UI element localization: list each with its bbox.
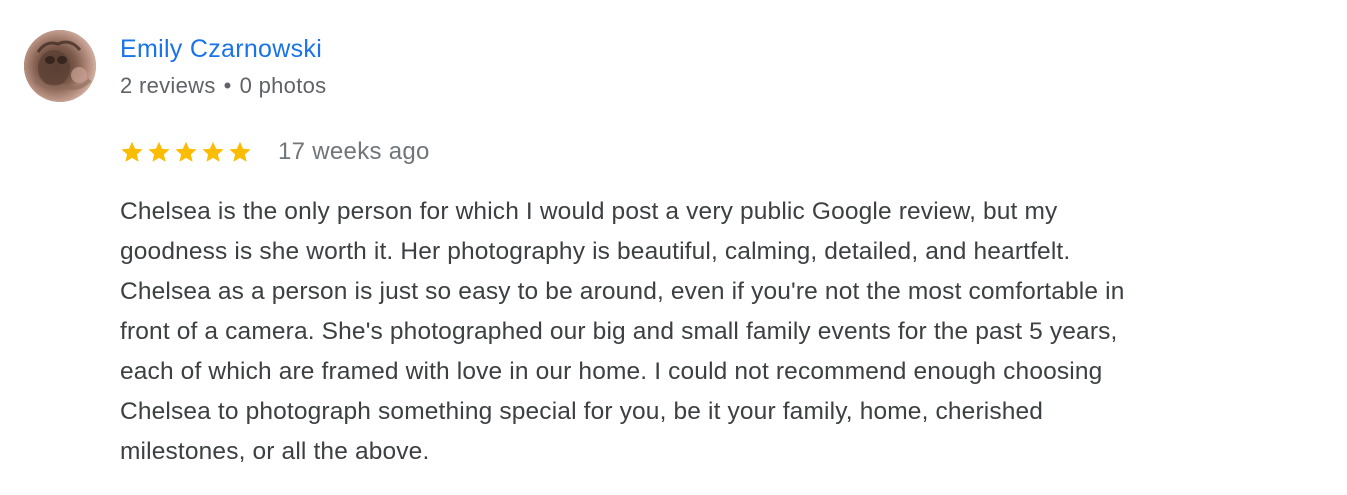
review-text-line: goodness is she worth it. Her photograph… bbox=[120, 238, 1071, 265]
reviewer-meta: 2 reviews • 0 photos bbox=[120, 72, 326, 100]
review-text-line: Chelsea as a person is just so easy to b… bbox=[120, 278, 1125, 305]
review-text-line: each of which are framed with love in ou… bbox=[120, 358, 1103, 385]
review-time: 17 weeks ago bbox=[278, 138, 430, 165]
star-icon bbox=[148, 141, 170, 162]
reviewer-name[interactable]: Emily Czarnowski bbox=[120, 33, 322, 65]
rating-row: 17 weeks ago bbox=[120, 136, 430, 168]
meta-separator: • bbox=[223, 73, 232, 98]
star-icon bbox=[229, 141, 251, 162]
review-text: Chelsea is the only person for which I w… bbox=[120, 192, 1310, 472]
reviews-count: 2 reviews bbox=[120, 73, 216, 98]
avatar[interactable] bbox=[24, 30, 96, 102]
photos-count: 0 photos bbox=[239, 73, 327, 98]
review-card: Emily Czarnowski 2 reviews • 0 photos 17 w… bbox=[0, 0, 1347, 495]
star-icon bbox=[121, 141, 143, 162]
avatar-image bbox=[24, 30, 96, 102]
review-text-line: milestones, or all the above. bbox=[120, 438, 430, 465]
star-icon bbox=[175, 141, 197, 162]
review-text-line: Chelsea is the only person for which I w… bbox=[120, 198, 1058, 225]
review-text-line: front of a camera. She's photographed ou… bbox=[120, 318, 1118, 345]
star-icon bbox=[202, 141, 224, 162]
star-rating bbox=[120, 140, 252, 164]
review-text-line: Chelsea to photograph something special … bbox=[120, 398, 1044, 425]
